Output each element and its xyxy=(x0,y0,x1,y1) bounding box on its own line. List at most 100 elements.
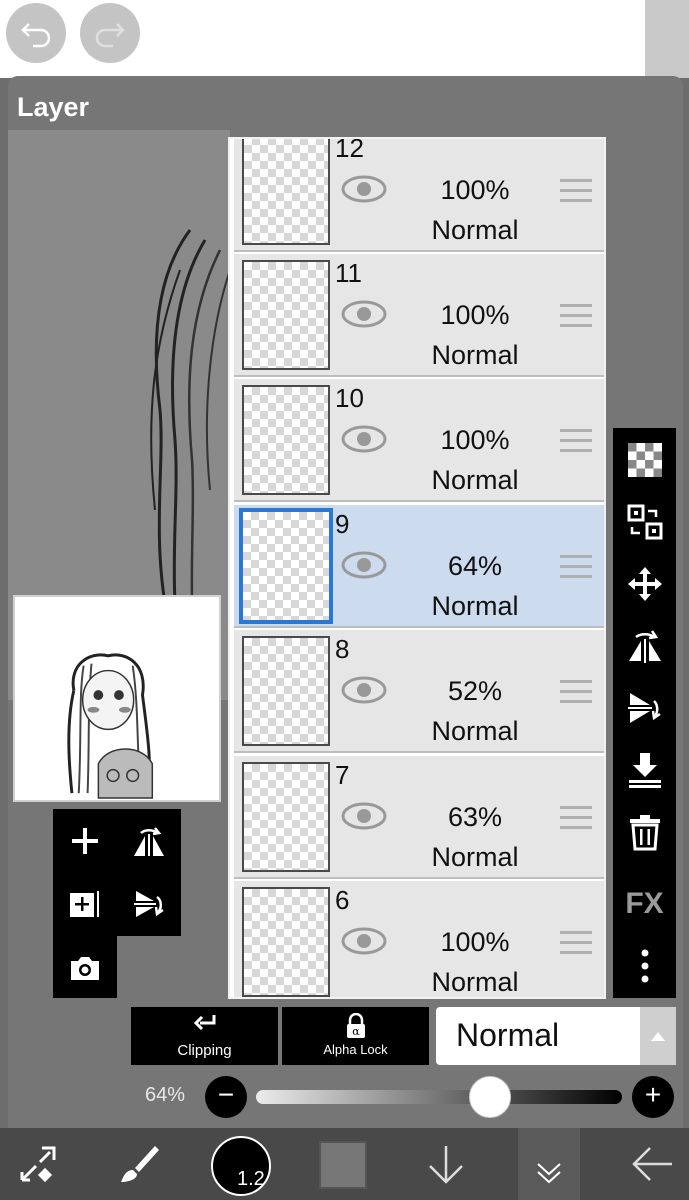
opacity-decrease-button[interactable]: − xyxy=(205,1076,247,1118)
panel-title: Layer xyxy=(17,92,90,122)
layer-thumbnail xyxy=(242,636,330,746)
character-drawing xyxy=(67,653,154,799)
layer-row-11[interactable]: 11 100% Normal xyxy=(234,254,604,377)
opacity-slider-thumb[interactable] xyxy=(469,1076,512,1118)
flip-layer-vertical-button[interactable] xyxy=(117,872,181,935)
layer-thumbnail xyxy=(242,139,330,245)
camera-import-button[interactable] xyxy=(53,936,117,999)
duplicate-layer-button[interactable] xyxy=(53,872,117,935)
layer-list[interactable]: 12 100% Normal 11 100% Normal 10 100% No… xyxy=(228,137,606,999)
layer-number: 11 xyxy=(335,258,362,288)
opacity-increase-button[interactable]: + xyxy=(632,1076,674,1118)
layer-opacity: 100% xyxy=(440,425,510,455)
layer-actions-grid xyxy=(53,809,181,936)
brush-icon xyxy=(121,1146,159,1182)
flip-layer-horizontal-button[interactable] xyxy=(117,809,181,872)
layer-row-10[interactable]: 10 100% Normal xyxy=(234,379,604,502)
dropdown-arrow-icon xyxy=(640,1007,676,1065)
redo-icon xyxy=(95,23,125,48)
download-button[interactable] xyxy=(423,1128,469,1200)
layers-toggle-button[interactable] xyxy=(518,1128,580,1200)
merge-down-icon xyxy=(628,753,661,788)
layer-thumbnail xyxy=(242,260,330,370)
clipping-icon xyxy=(193,1015,215,1031)
layer-row-12[interactable]: 12 100% Normal xyxy=(234,137,604,252)
layer-number: 10 xyxy=(335,383,364,413)
back-button[interactable] xyxy=(626,1128,678,1200)
layer-number: 12 xyxy=(335,137,364,163)
move-button[interactable] xyxy=(613,554,676,614)
visibility-eye-icon[interactable] xyxy=(341,801,387,831)
layer-row-8[interactable]: 8 52% Normal xyxy=(234,630,604,753)
layer-blend-mode: Normal xyxy=(431,340,519,370)
alpha-lock-button[interactable]: α Alpha Lock xyxy=(282,1007,429,1065)
blend-mode-select[interactable]: Normal xyxy=(436,1007,676,1065)
visibility-eye-icon[interactable] xyxy=(341,424,387,454)
drag-handle-icon[interactable] xyxy=(560,555,592,579)
layer-blend-mode: Normal xyxy=(431,591,519,621)
color-swatch-button[interactable] xyxy=(319,1141,367,1189)
merge-down-button[interactable] xyxy=(613,740,676,800)
layer-opacity: 63% xyxy=(447,802,503,832)
lock-icon: α xyxy=(346,1013,365,1038)
clipping-button[interactable]: Clipping xyxy=(131,1007,278,1065)
visibility-eye-icon[interactable] xyxy=(341,550,387,580)
trash-icon xyxy=(629,815,660,851)
layer-blend-mode: Normal xyxy=(431,842,519,872)
drag-handle-icon[interactable] xyxy=(560,304,592,328)
transparent-fill-button[interactable] xyxy=(613,430,676,490)
flip-horizontal-icon xyxy=(628,630,661,663)
drag-handle-icon[interactable] xyxy=(560,680,592,704)
clipping-label: Clipping xyxy=(177,1042,232,1059)
opacity-percent: 64% xyxy=(145,1084,186,1106)
canvas-thumbnail-preview[interactable] xyxy=(13,595,221,802)
layer-row-7[interactable]: 7 63% Normal xyxy=(234,756,604,879)
brush-tool-button[interactable] xyxy=(115,1128,163,1200)
visibility-eye-icon[interactable] xyxy=(341,926,387,956)
chevron-down-icon xyxy=(537,1163,561,1184)
checkerboard-icon xyxy=(627,443,662,477)
drag-handle-icon[interactable] xyxy=(560,806,592,830)
brush-size-button[interactable]: 1.2 xyxy=(211,1136,271,1196)
layer-opacity: 100% xyxy=(440,175,510,205)
brush-size-value: 1.2 xyxy=(237,1168,265,1190)
layer-actions-grid-bottom xyxy=(53,936,117,998)
swap-layer-icon xyxy=(627,504,662,540)
swap-layer-button[interactable] xyxy=(613,492,676,552)
layer-right-toolbar: FX xyxy=(613,428,676,998)
delete-layer-button[interactable] xyxy=(613,802,676,862)
undo-button[interactable] xyxy=(6,3,66,63)
layer-opacity: 100% xyxy=(440,300,510,330)
layer-blend-mode: Normal xyxy=(431,716,519,746)
layer-blend-mode: Normal xyxy=(431,465,519,495)
visibility-eye-icon[interactable] xyxy=(341,675,387,705)
visibility-eye-icon[interactable] xyxy=(341,299,387,329)
add-layer-button[interactable] xyxy=(53,809,117,872)
transform-tool-button[interactable] xyxy=(14,1128,62,1200)
canvas-edge xyxy=(645,0,689,78)
transform-icon xyxy=(20,1146,56,1183)
layer-row-6[interactable]: 6 100% Normal xyxy=(234,881,604,997)
duplicate-icon xyxy=(70,890,99,917)
opacity-slider-track[interactable] xyxy=(256,1090,622,1104)
layer-blend-mode: Normal xyxy=(431,215,519,245)
layer-number: 9 xyxy=(335,509,350,539)
layer-thumbnail xyxy=(242,385,330,495)
alpha-lock-label: Alpha Lock xyxy=(323,1042,388,1057)
flip-vertical-button[interactable] xyxy=(613,678,676,738)
flip-horizontal-button[interactable] xyxy=(613,616,676,676)
drag-handle-icon[interactable] xyxy=(560,179,592,203)
layer-number: 8 xyxy=(335,634,350,664)
fx-icon: FX xyxy=(625,887,664,920)
blend-mode-value: Normal xyxy=(456,1017,560,1053)
flip-vertical-icon xyxy=(627,693,661,723)
layer-row-9[interactable]: 9 64% Normal xyxy=(234,505,604,628)
drag-handle-icon[interactable] xyxy=(560,931,592,955)
redo-button[interactable] xyxy=(80,3,140,63)
fx-button[interactable]: FX xyxy=(613,874,676,934)
visibility-eye-icon[interactable] xyxy=(341,174,387,204)
drag-handle-icon[interactable] xyxy=(560,429,592,453)
more-icon xyxy=(641,949,648,983)
more-options-button[interactable] xyxy=(613,936,676,996)
arrow-left-icon xyxy=(632,1147,672,1181)
